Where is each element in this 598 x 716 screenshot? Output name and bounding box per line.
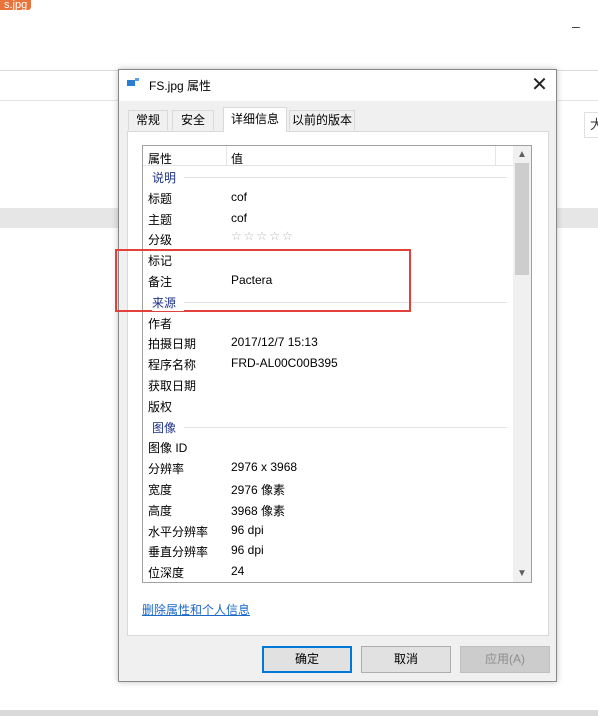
close-button[interactable]: ✕ — [523, 70, 556, 101]
list-header: 属性 值 — [143, 146, 513, 166]
property-value: 96 dpi — [231, 522, 264, 537]
group-divider — [152, 177, 507, 178]
tab-general[interactable]: 常规 — [128, 110, 168, 130]
property-name: 位深度 — [148, 566, 185, 581]
properties-list[interactable]: 属性 值 说明 标题 cof 主题 cof 分级 ☆☆☆☆☆ 标记 备注 Pactera… — [142, 145, 532, 583]
list-item[interactable]: 作者 — [143, 312, 513, 333]
scrollbar-thumb[interactable] — [515, 163, 529, 275]
list-item[interactable]: 水平分辨率 96 dpi — [143, 520, 513, 541]
group-header-description[interactable]: 说明 — [143, 166, 513, 187]
tab-previous-versions[interactable]: 以前的版本 — [289, 110, 355, 130]
property-value: 2976 x 3968 — [231, 460, 298, 475]
property-value: cof — [231, 189, 248, 204]
group-header-image[interactable]: 图像 — [143, 416, 513, 437]
property-name: 水平分辨率 — [148, 524, 209, 539]
column-header-value[interactable]: 值 — [231, 150, 243, 167]
list-item[interactable]: 位深度 24 — [143, 561, 513, 582]
tab-security[interactable]: 安全 — [172, 110, 214, 130]
property-name: 主题 — [148, 212, 173, 227]
property-name: 分辨率 — [148, 462, 185, 477]
property-value: 2017/12/7 15:13 — [231, 335, 318, 350]
ok-button[interactable]: 确定 — [262, 646, 352, 673]
property-name: 分级 — [148, 233, 173, 248]
property-name: 标记 — [148, 254, 173, 269]
chevron-up-icon[interactable]: ▲ — [513, 146, 531, 163]
property-name: 标题 — [148, 191, 173, 206]
list-item[interactable]: 标记 — [143, 249, 513, 270]
list-item[interactable]: 标题 cof — [143, 187, 513, 208]
list-item[interactable]: 拍摄日期 2017/12/7 15:13 — [143, 332, 513, 353]
group-label: 来源 — [152, 293, 185, 311]
dialog-title: FS.jpg 属性 — [149, 79, 212, 93]
column-separator[interactable] — [226, 146, 227, 166]
group-label: 说明 — [152, 169, 185, 186]
group-header-origin[interactable]: 来源 — [143, 291, 513, 312]
dialog-titlebar[interactable]: FS.jpg 属性 ✕ — [119, 70, 556, 101]
property-name: 宽度 — [148, 482, 173, 497]
image-file-icon — [127, 78, 139, 86]
property-value: 3968 像素 — [231, 503, 286, 518]
vertical-scrollbar[interactable]: ▲ ▼ — [513, 146, 531, 582]
background-bottom-bar — [0, 710, 598, 716]
background-file-tab[interactable]: s.jpg — [0, 0, 32, 10]
property-value: Pactera — [231, 272, 273, 287]
property-name: 备注 — [148, 274, 173, 289]
tab-details[interactable]: 详细信息 — [223, 107, 287, 132]
group-divider — [152, 301, 507, 303]
property-name: 图像 ID — [148, 441, 188, 456]
property-name: 版权 — [148, 399, 173, 414]
rating-stars[interactable]: ☆☆☆☆☆ — [231, 229, 295, 243]
chevron-down-icon[interactable]: ▼ — [513, 565, 531, 582]
list-item[interactable]: 获取日期 — [143, 374, 513, 395]
list-item[interactable]: 备注 Pactera — [143, 270, 513, 291]
list-item[interactable]: 主题 cof — [143, 208, 513, 229]
property-name: 拍摄日期 — [148, 337, 197, 352]
cancel-button[interactable]: 取消 — [361, 646, 451, 673]
property-value: 2976 像素 — [231, 482, 286, 497]
property-value: cof — [231, 210, 248, 225]
details-panel: 属性 值 说明 标题 cof 主题 cof 分级 ☆☆☆☆☆ 标记 备注 Pactera… — [127, 131, 549, 636]
property-name: 程序名称 — [148, 358, 197, 373]
group-divider — [152, 426, 507, 428]
property-value: 24 — [231, 564, 245, 579]
property-value: FRD-AL00C00B395 — [231, 356, 338, 371]
list-item[interactable]: 程序名称 FRD-AL00C00B395 — [143, 353, 513, 374]
property-name: 获取日期 — [148, 378, 197, 393]
column-separator[interactable] — [495, 146, 496, 166]
background-side-field: 大 — [584, 112, 598, 138]
list-item[interactable]: 分辨率 2976 x 3968 — [143, 457, 513, 478]
properties-dialog: FS.jpg 属性 ✕ 常规 安全 详细信息 以前的版本 属性 值 说明 标题 c… — [118, 69, 557, 682]
property-name: 垂直分辨率 — [148, 545, 209, 560]
list-item[interactable]: 垂直分辨率 96 dpi — [143, 540, 513, 561]
property-name: 高度 — [148, 503, 173, 518]
apply-button[interactable]: 应用(A) — [460, 646, 550, 673]
property-name: 作者 — [148, 316, 173, 331]
list-rows: 说明 标题 cof 主题 cof 分级 ☆☆☆☆☆ 标记 备注 Pactera 来源 作… — [143, 166, 513, 582]
property-value: 96 dpi — [231, 543, 264, 558]
list-item[interactable]: 图像 ID — [143, 436, 513, 457]
background-minimize-button[interactable]: – — [572, 18, 580, 34]
list-item[interactable]: 高度 3968 像素 — [143, 499, 513, 520]
list-item[interactable]: 版权 — [143, 395, 513, 416]
list-item[interactable]: 宽度 2976 像素 — [143, 478, 513, 499]
column-header-property[interactable]: 属性 — [148, 150, 172, 167]
group-label: 图像 — [152, 418, 185, 436]
remove-properties-link[interactable]: 删除属性和个人信息 — [142, 601, 250, 618]
list-item[interactable]: 分级 ☆☆☆☆☆ — [143, 228, 513, 249]
